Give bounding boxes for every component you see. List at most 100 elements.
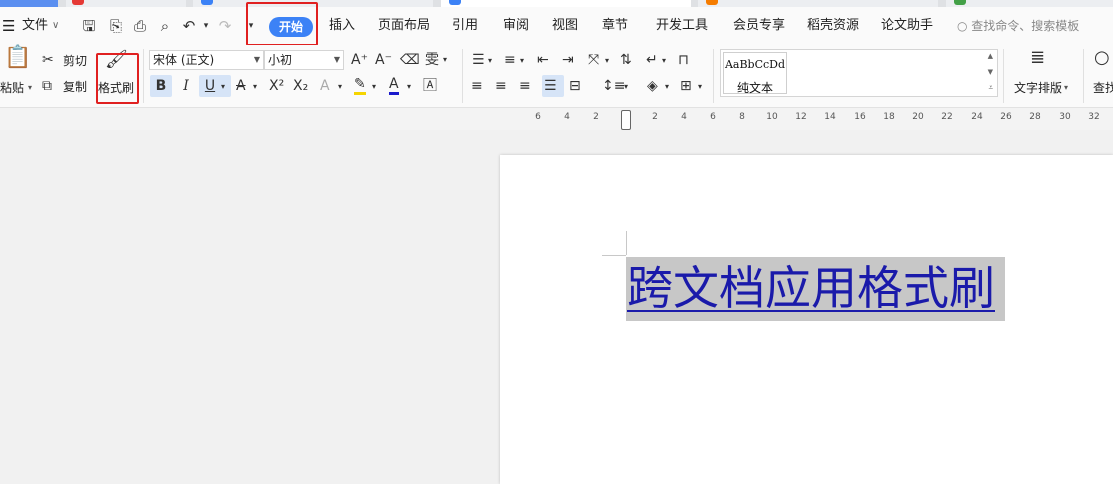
text-layout-icon[interactable]: ≣	[1030, 49, 1045, 67]
increase-font-size-icon[interactable]: A⁺	[351, 51, 368, 69]
tab-developer[interactable]: 开发工具	[656, 7, 708, 45]
document-canvas[interactable]: 跨文档应用格式刷	[0, 130, 1113, 484]
command-search[interactable]: ○ 查找命令、搜索模板	[957, 7, 1079, 45]
underline-button[interactable]: U	[202, 77, 218, 95]
tab-docer-resources[interactable]: 稻壳资源	[807, 7, 859, 45]
tab-membership[interactable]: 会员专享	[733, 7, 785, 45]
export-pdf-icon[interactable]: ⎘	[107, 17, 125, 35]
tab-view[interactable]: 视图	[552, 7, 578, 45]
paste-icon[interactable]: 📋	[4, 47, 31, 69]
gallery-scroll-down-icon[interactable]: ▼	[988, 68, 993, 76]
print-icon[interactable]: ⎙	[131, 17, 149, 35]
increase-indent-icon[interactable]: ⇥	[562, 51, 574, 69]
line-spacing-dropdown-icon[interactable]: ▾	[624, 78, 628, 96]
show-marks-icon[interactable]: ↵	[646, 51, 658, 69]
save-icon[interactable]: 🖫	[80, 17, 98, 35]
align-right-icon[interactable]: ≡	[519, 77, 531, 95]
font-color-dropdown-icon[interactable]: ▾	[407, 78, 411, 96]
distributed-align-icon[interactable]: ⊟	[569, 77, 581, 95]
indent-marker-icon[interactable]	[621, 110, 631, 130]
redo-icon[interactable]: ↷	[216, 17, 234, 35]
tab-segment-home[interactable]	[0, 0, 58, 7]
superscript-icon[interactable]: X²	[269, 77, 284, 95]
hamburger-icon[interactable]: ☰	[2, 7, 15, 45]
tab-insert[interactable]: 插入	[329, 7, 355, 45]
search-input[interactable]: 查找命令、搜索模板	[971, 19, 1079, 33]
ruler-label: 12	[795, 112, 807, 122]
font-name-select[interactable]: 宋体 (正文) ▼	[149, 50, 264, 70]
tab-references[interactable]: 引用	[452, 7, 478, 45]
scissors-icon[interactable]: ✂	[42, 51, 54, 69]
italic-button[interactable]: I	[177, 77, 195, 95]
ruler-label: 6	[535, 112, 541, 122]
numbered-list-icon[interactable]: ≡	[504, 51, 516, 69]
tab-review[interactable]: 审阅	[503, 7, 529, 45]
paste-dropdown-icon[interactable]: ▾	[28, 80, 32, 96]
align-left-icon[interactable]: ≡	[471, 77, 483, 95]
character-border-icon[interactable]: 🄰	[423, 77, 437, 95]
shading-icon[interactable]: ◈	[647, 77, 658, 95]
print-preview-icon[interactable]: ⌕	[156, 17, 174, 35]
tab-segment-4[interactable]	[946, 0, 1113, 7]
highlight-color-icon[interactable]: ✎	[354, 77, 366, 95]
undo-dropdown-icon[interactable]: ▾	[197, 17, 215, 35]
sort-icon[interactable]: ⇅	[620, 51, 632, 69]
chevron-down-icon[interactable]: ∨	[52, 7, 59, 45]
bullet-dropdown-icon[interactable]: ▾	[488, 52, 492, 70]
tab-segment-3[interactable]	[698, 0, 938, 7]
find-button[interactable]: 查找	[1093, 80, 1113, 96]
chinese-layout-icon[interactable]: ⤧	[588, 51, 599, 69]
style-gallery: AaBbCcDd 纯文本 ▲ ▼ ⩡	[720, 49, 998, 97]
show-marks-dropdown-icon[interactable]: ▾	[662, 52, 666, 70]
shading-dropdown-icon[interactable]: ▾	[665, 78, 669, 96]
align-center-icon[interactable]: ≡	[495, 77, 507, 95]
text-effect-icon[interactable]: A	[320, 77, 330, 95]
subscript-icon[interactable]: X₂	[293, 77, 308, 95]
find-icon[interactable]: ○	[1094, 49, 1110, 67]
gallery-expand-icon[interactable]: ⩡	[988, 83, 993, 93]
font-size-select[interactable]: 小初 ▼	[264, 50, 344, 70]
font-color-icon[interactable]: A	[389, 77, 399, 95]
line-spacing-icon[interactable]: ↕≡	[602, 77, 625, 95]
text-layout-dropdown-icon[interactable]: ▾	[1064, 80, 1068, 96]
ruler-label: 26	[1000, 112, 1012, 122]
strikethrough-icon[interactable]: A	[236, 77, 246, 95]
copy-icon[interactable]: ⧉	[42, 77, 52, 95]
numbered-dropdown-icon[interactable]: ▾	[520, 52, 524, 70]
tab-chapter[interactable]: 章节	[602, 7, 628, 45]
highlight-box-format-painter	[96, 53, 139, 104]
selected-heading-text[interactable]: 跨文档应用格式刷	[626, 257, 1005, 321]
font-name-value: 宋体 (正文)	[153, 53, 215, 67]
decrease-font-size-icon[interactable]: A⁻	[375, 51, 392, 69]
phonetic-guide-icon[interactable]: 雯	[425, 51, 439, 69]
underline-dropdown-icon[interactable]: ▾	[221, 78, 225, 96]
decrease-indent-icon[interactable]: ⇤	[537, 51, 549, 69]
style-plain-text[interactable]: AaBbCcDd 纯文本	[723, 52, 787, 95]
text-layout-button[interactable]: 文字排版	[1014, 80, 1062, 96]
tab-thesis-assistant[interactable]: 论文助手	[881, 7, 933, 45]
strikethrough-dropdown-icon[interactable]: ▾	[253, 78, 257, 96]
chinese-layout-dropdown-icon[interactable]: ▾	[605, 52, 609, 70]
tab-stops-icon[interactable]: ⊓	[678, 51, 689, 69]
cut-button[interactable]: 剪切	[63, 53, 87, 69]
borders-icon[interactable]: ⊞	[680, 77, 692, 95]
undo-icon[interactable]: ↶	[180, 17, 198, 35]
tab-segment-1[interactable]	[66, 0, 186, 7]
document-page[interactable]: 跨文档应用格式刷	[500, 155, 1113, 484]
horizontal-ruler[interactable]: 6 4 2 2 4 6 8 10 12 14 16 18 20 22 24 26…	[0, 108, 1113, 130]
tab-segment-active[interactable]	[441, 0, 691, 7]
bullet-list-icon[interactable]: ☰	[472, 51, 485, 69]
ribbon-divider	[1083, 49, 1084, 103]
tab-page-layout[interactable]: 页面布局	[378, 7, 430, 45]
text-effect-dropdown-icon[interactable]: ▾	[338, 78, 342, 96]
highlight-dropdown-icon[interactable]: ▾	[372, 78, 376, 96]
borders-dropdown-icon[interactable]: ▾	[698, 78, 702, 96]
bold-button[interactable]: B	[152, 77, 170, 95]
copy-button[interactable]: 复制	[63, 79, 87, 95]
file-menu[interactable]: 文件	[22, 7, 48, 45]
clear-format-icon[interactable]: ⌫	[400, 51, 420, 69]
paste-button[interactable]: 粘贴	[0, 80, 24, 96]
gallery-scroll-up-icon[interactable]: ▲	[988, 52, 993, 60]
phonetic-dropdown-icon[interactable]: ▾	[443, 51, 447, 69]
align-justify-icon[interactable]: ☰	[544, 77, 557, 95]
